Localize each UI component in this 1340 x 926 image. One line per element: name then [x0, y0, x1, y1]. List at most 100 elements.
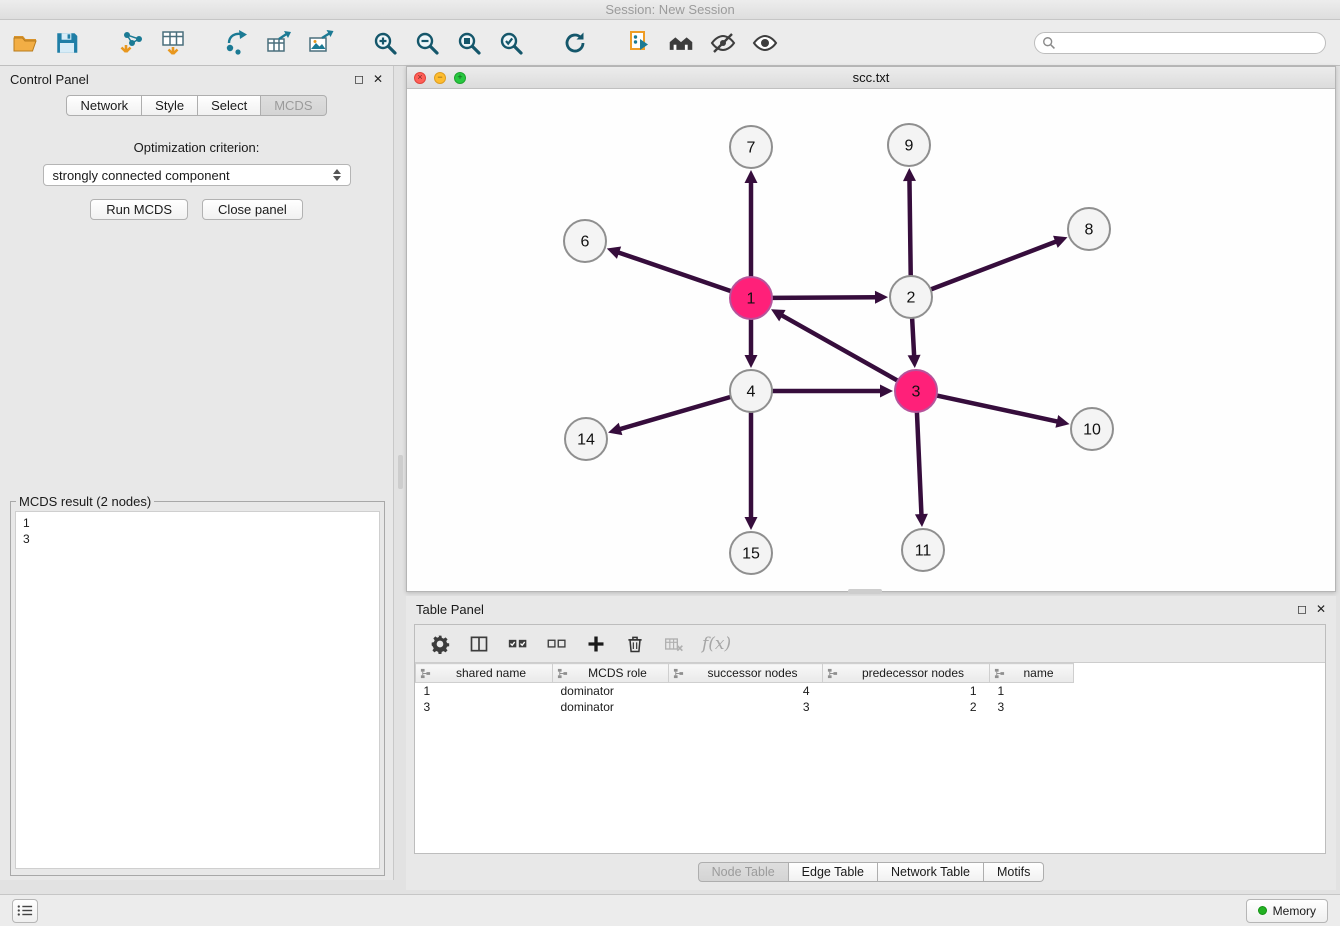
delete-table-icon[interactable] [663, 633, 685, 655]
tab-edge-table[interactable]: Edge Table [789, 862, 878, 882]
import-table-from-file-icon[interactable] [158, 28, 188, 58]
table-row[interactable]: 3dominator323 [416, 699, 1074, 715]
table-cell: 1 [416, 683, 553, 699]
graph-edge-arrowhead [608, 423, 622, 435]
refresh-view-icon[interactable] [560, 28, 590, 58]
graph-node-label: 11 [915, 543, 932, 560]
graph-node-15[interactable]: 15 [730, 532, 772, 574]
export-network-icon[interactable] [222, 28, 252, 58]
show-graphics-details-icon[interactable] [750, 28, 780, 58]
network-canvas-area[interactable]: 7 9 6 8 1 2 4 3 14 10 15 11 [407, 89, 1335, 591]
tab-select[interactable]: Select [198, 95, 261, 116]
zoom-selected-icon[interactable] [496, 28, 526, 58]
tab-style[interactable]: Style [142, 95, 198, 116]
graph-edge-3-11[interactable] [917, 413, 922, 517]
select-all-columns-icon[interactable] [507, 633, 529, 655]
graph-edge-3-10[interactable] [938, 396, 1060, 422]
add-column-icon[interactable] [585, 633, 607, 655]
search-input[interactable] [1061, 36, 1318, 50]
unselect-all-columns-icon[interactable] [546, 633, 568, 655]
column-type-icon [420, 668, 431, 679]
save-session-icon[interactable] [52, 28, 82, 58]
hide-graphics-details-icon[interactable] [708, 28, 738, 58]
node-table: shared name MCDS role successor nodes pr… [415, 663, 1074, 715]
vertical-splitter-grip[interactable] [398, 455, 403, 489]
graph-edge-1-6[interactable] [616, 252, 730, 291]
open-file-icon[interactable] [10, 28, 40, 58]
copy-current-network-icon[interactable] [624, 28, 654, 58]
table-panel-content: f(x) shared name MCDS role successor nod… [414, 624, 1326, 854]
graph-node-label: 8 [1085, 222, 1094, 239]
column-header-name[interactable]: name [990, 664, 1074, 683]
optimization-criterion-value: strongly connected component [53, 168, 230, 183]
control-panel-tabs: Network Style Select MCDS [0, 95, 393, 116]
import-network-from-file-icon[interactable] [116, 28, 146, 58]
zoom-in-icon[interactable] [370, 28, 400, 58]
float-panel-icon[interactable]: ◻ [354, 73, 364, 85]
tab-motifs[interactable]: Motifs [984, 862, 1044, 882]
network-canvas[interactable]: 7 9 6 8 1 2 4 3 14 10 15 11 [407, 89, 1335, 591]
table-row[interactable]: 1dominator411 [416, 683, 1074, 699]
network-window-titlebar[interactable]: scc.txt × − + [407, 67, 1335, 89]
export-table-icon[interactable] [264, 28, 294, 58]
table-cell: dominator [553, 683, 669, 699]
graph-edge-2-8[interactable] [932, 241, 1059, 289]
column-type-icon [994, 668, 1005, 679]
tab-mcds[interactable]: MCDS [261, 95, 326, 116]
tab-network-table[interactable]: Network Table [878, 862, 984, 882]
graph-node-7[interactable]: 7 [730, 126, 772, 168]
column-header-mcds-role[interactable]: MCDS role [553, 664, 669, 683]
column-header-shared-name[interactable]: shared name [416, 664, 553, 683]
graph-edge-1-2[interactable] [773, 297, 878, 298]
status-menu-button[interactable] [12, 899, 38, 923]
tab-node-table[interactable]: Node Table [698, 862, 789, 882]
zoom-out-icon[interactable] [412, 28, 442, 58]
graph-node-3[interactable]: 3 [895, 370, 937, 412]
optimization-criterion-select[interactable]: strongly connected component [43, 164, 351, 186]
memory-button[interactable]: Memory [1246, 899, 1328, 923]
graph-edge-arrowhead [607, 247, 621, 259]
graph-node-6[interactable]: 6 [564, 220, 606, 262]
graph-edge-arrowhead [875, 291, 888, 304]
graph-node-8[interactable]: 8 [1068, 208, 1110, 250]
function-builder-icon[interactable]: f(x) [702, 634, 731, 654]
graph-node-14[interactable]: 14 [565, 418, 607, 460]
close-table-panel-icon[interactable]: ✕ [1316, 603, 1326, 615]
table-cell: 3 [990, 699, 1074, 715]
mcds-result-textarea[interactable]: 1 3 [15, 511, 380, 869]
float-table-panel-icon[interactable]: ◻ [1297, 603, 1307, 615]
graph-node-4[interactable]: 4 [730, 370, 772, 412]
close-panel-icon[interactable]: ✕ [373, 73, 383, 85]
column-selector-icon[interactable] [468, 633, 490, 655]
node-table-wrap: shared name MCDS role successor nodes pr… [415, 663, 1325, 853]
close-window-icon[interactable]: × [414, 72, 426, 84]
graph-node-11[interactable]: 11 [902, 529, 944, 571]
graph-node-9[interactable]: 9 [888, 124, 930, 166]
graph-edge-3-1[interactable] [780, 314, 897, 380]
graph-edge-4-14[interactable] [618, 397, 730, 430]
graph-edge-arrowhead [745, 355, 758, 368]
export-image-icon[interactable] [306, 28, 336, 58]
graph-node-2[interactable]: 2 [890, 276, 932, 318]
graph-edge-2-3[interactable] [912, 319, 914, 358]
run-mcds-button[interactable]: Run MCDS [90, 199, 188, 220]
tab-network[interactable]: Network [66, 95, 142, 116]
graph-node-10[interactable]: 10 [1071, 408, 1113, 450]
close-panel-button[interactable]: Close panel [202, 199, 303, 220]
column-header-predecessor-nodes[interactable]: predecessor nodes [823, 664, 990, 683]
graph-node-1[interactable]: 1 [730, 277, 772, 319]
column-type-icon [827, 668, 838, 679]
show-all-nested-networks-icon[interactable] [666, 28, 696, 58]
table-cell: 1 [823, 683, 990, 699]
graph-edge-2-9[interactable] [909, 178, 910, 275]
zoom-fit-content-icon[interactable] [454, 28, 484, 58]
global-search-field[interactable] [1034, 32, 1326, 54]
delete-column-icon[interactable] [624, 633, 646, 655]
mcds-result-line: 1 [23, 515, 372, 531]
node-table-body: 1dominator4113dominator323 [416, 683, 1074, 715]
horizontal-splitter-grip[interactable] [848, 589, 882, 594]
column-header-successor-nodes[interactable]: successor nodes [669, 664, 823, 683]
minimize-window-icon[interactable]: − [434, 72, 446, 84]
table-settings-gear-icon[interactable] [429, 633, 451, 655]
maximize-window-icon[interactable]: + [454, 72, 466, 84]
